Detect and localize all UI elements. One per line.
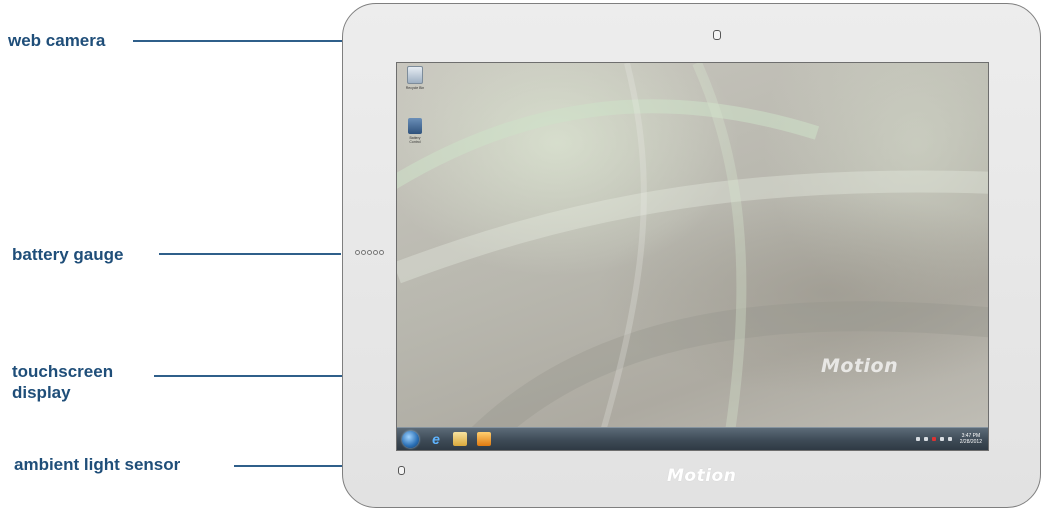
desktop-icon-label: Control <box>409 140 421 144</box>
wallpaper-swirl <box>397 63 988 450</box>
desktop-icon-label: Recycle Bin <box>405 86 425 90</box>
start-orb-icon[interactable] <box>402 430 419 448</box>
tray-battery-icon[interactable] <box>939 437 944 441</box>
web-camera-icon <box>713 30 721 40</box>
recycle-bin-icon <box>407 66 423 84</box>
label-touchscreen-line1: touchscreen <box>12 362 114 381</box>
motion-watermark: Motion <box>821 355 899 377</box>
tray-volume-icon[interactable] <box>947 437 952 441</box>
battery-led-icon <box>373 250 378 255</box>
tray-flag-icon[interactable] <box>923 437 928 441</box>
label-touchscreen-display: touchscreen display <box>12 361 113 403</box>
label-ambient-light-sensor: ambient light sensor <box>14 455 181 474</box>
tray-clock[interactable]: 3:47 PM 2/28/2012 <box>960 433 982 445</box>
desktop-icon-battery-control[interactable]: Battery Control <box>400 118 430 144</box>
battery-led-icon <box>355 250 360 255</box>
label-touchscreen-line2: display <box>12 383 71 402</box>
ambient-light-sensor-icon <box>398 466 405 475</box>
motion-bezel-logo: Motion <box>667 466 737 486</box>
taskbar: e 3:47 PM 2/28/2012 <box>397 427 988 450</box>
label-battery-gauge: battery gauge <box>12 245 124 264</box>
battery-led-icon <box>367 250 372 255</box>
desktop-icon-recycle-bin[interactable]: Recycle Bin <box>400 66 430 90</box>
battery-led-icon <box>379 250 384 255</box>
clock-date: 2/28/2012 <box>959 439 982 445</box>
label-web-camera: web camera <box>8 31 106 50</box>
media-player-icon[interactable] <box>477 432 491 446</box>
battery-control-icon <box>408 118 422 134</box>
file-explorer-icon[interactable] <box>453 432 467 446</box>
system-tray: 3:47 PM 2/28/2012 <box>915 433 982 445</box>
touchscreen-display[interactable]: Recycle Bin Battery Control Motion e 3:4… <box>396 62 989 451</box>
battery-led-icon <box>361 250 366 255</box>
battery-gauge-leds <box>355 250 384 255</box>
tray-arrow-icon[interactable] <box>915 437 920 441</box>
tray-network-icon[interactable] <box>931 437 936 441</box>
internet-explorer-icon[interactable]: e <box>429 432 443 446</box>
leader-line-battery-gauge <box>159 253 341 255</box>
